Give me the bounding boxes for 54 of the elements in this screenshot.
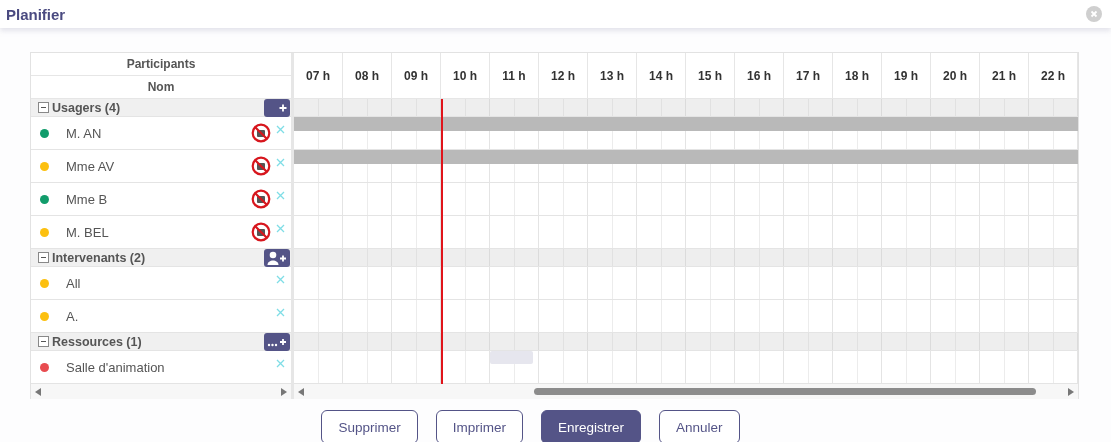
participant-name: M. AN [66,125,103,141]
remove-icon[interactable] [276,190,285,200]
hour-header: 09 h [392,53,441,98]
hour-header: 16 h [735,53,784,98]
remove-icon[interactable] [276,223,285,233]
hour-header: 21 h [980,53,1029,98]
participant-name: Mme B [66,191,109,207]
remove-icon[interactable] [276,274,285,284]
scroll-right-icon[interactable] [1068,387,1074,396]
plus-icon [279,103,287,112]
hour-header: 18 h [833,53,882,98]
hour-header: 20 h [931,53,980,98]
action-button[interactable]: Supprimer [321,410,418,442]
action-button[interactable]: Imprimer [435,410,523,442]
participant-name: M. BEL [66,224,110,240]
group-label: Ressources (1) [52,334,143,349]
hour-header: 08 h [343,53,392,98]
hour-header: 15 h [686,53,735,98]
booking-bar[interactable] [294,150,1078,164]
participant-name: All [66,275,82,291]
participant-name: A. [66,308,80,324]
group-label: Intervenants (2) [52,250,147,265]
remove-icon[interactable] [276,358,285,368]
hour-header: 11 h [490,53,539,98]
scrollbar[interactable] [294,384,1078,399]
participant-name: Mme AV [66,158,116,174]
hour-header: 13 h [588,53,637,98]
scroll-left-icon[interactable] [298,387,304,396]
action-button[interactable]: Annuler [659,410,740,442]
column-header: Participants [31,53,291,76]
scroll-left-icon[interactable] [35,387,41,396]
scroll-right-icon[interactable] [281,387,287,396]
remove-icon[interactable] [276,307,285,317]
window-title: Planifier [6,5,66,23]
collapse-icon[interactable] [38,102,49,113]
add-person-icon [267,250,287,265]
hour-header: 14 h [637,53,686,98]
hour-header: 07 h [294,53,343,98]
collapse-icon[interactable] [38,336,49,347]
group-label: Usagers (4) [52,100,122,115]
more-plus-icon [267,336,287,347]
hour-header: 17 h [784,53,833,98]
remove-icon[interactable] [276,124,285,134]
hour-header: 12 h [539,53,588,98]
participant-name: Salle d'animation [66,359,166,375]
remove-icon[interactable] [276,157,285,167]
action-button[interactable]: Enregistrer [540,410,641,442]
hour-header: 22 h [1029,53,1078,98]
close-icon[interactable] [1086,6,1102,22]
hour-header: 10 h [441,53,490,98]
booking-block[interactable] [490,351,533,364]
collapse-icon[interactable] [38,252,49,263]
hour-header: 19 h [882,53,931,98]
scrollbar[interactable] [31,384,291,399]
